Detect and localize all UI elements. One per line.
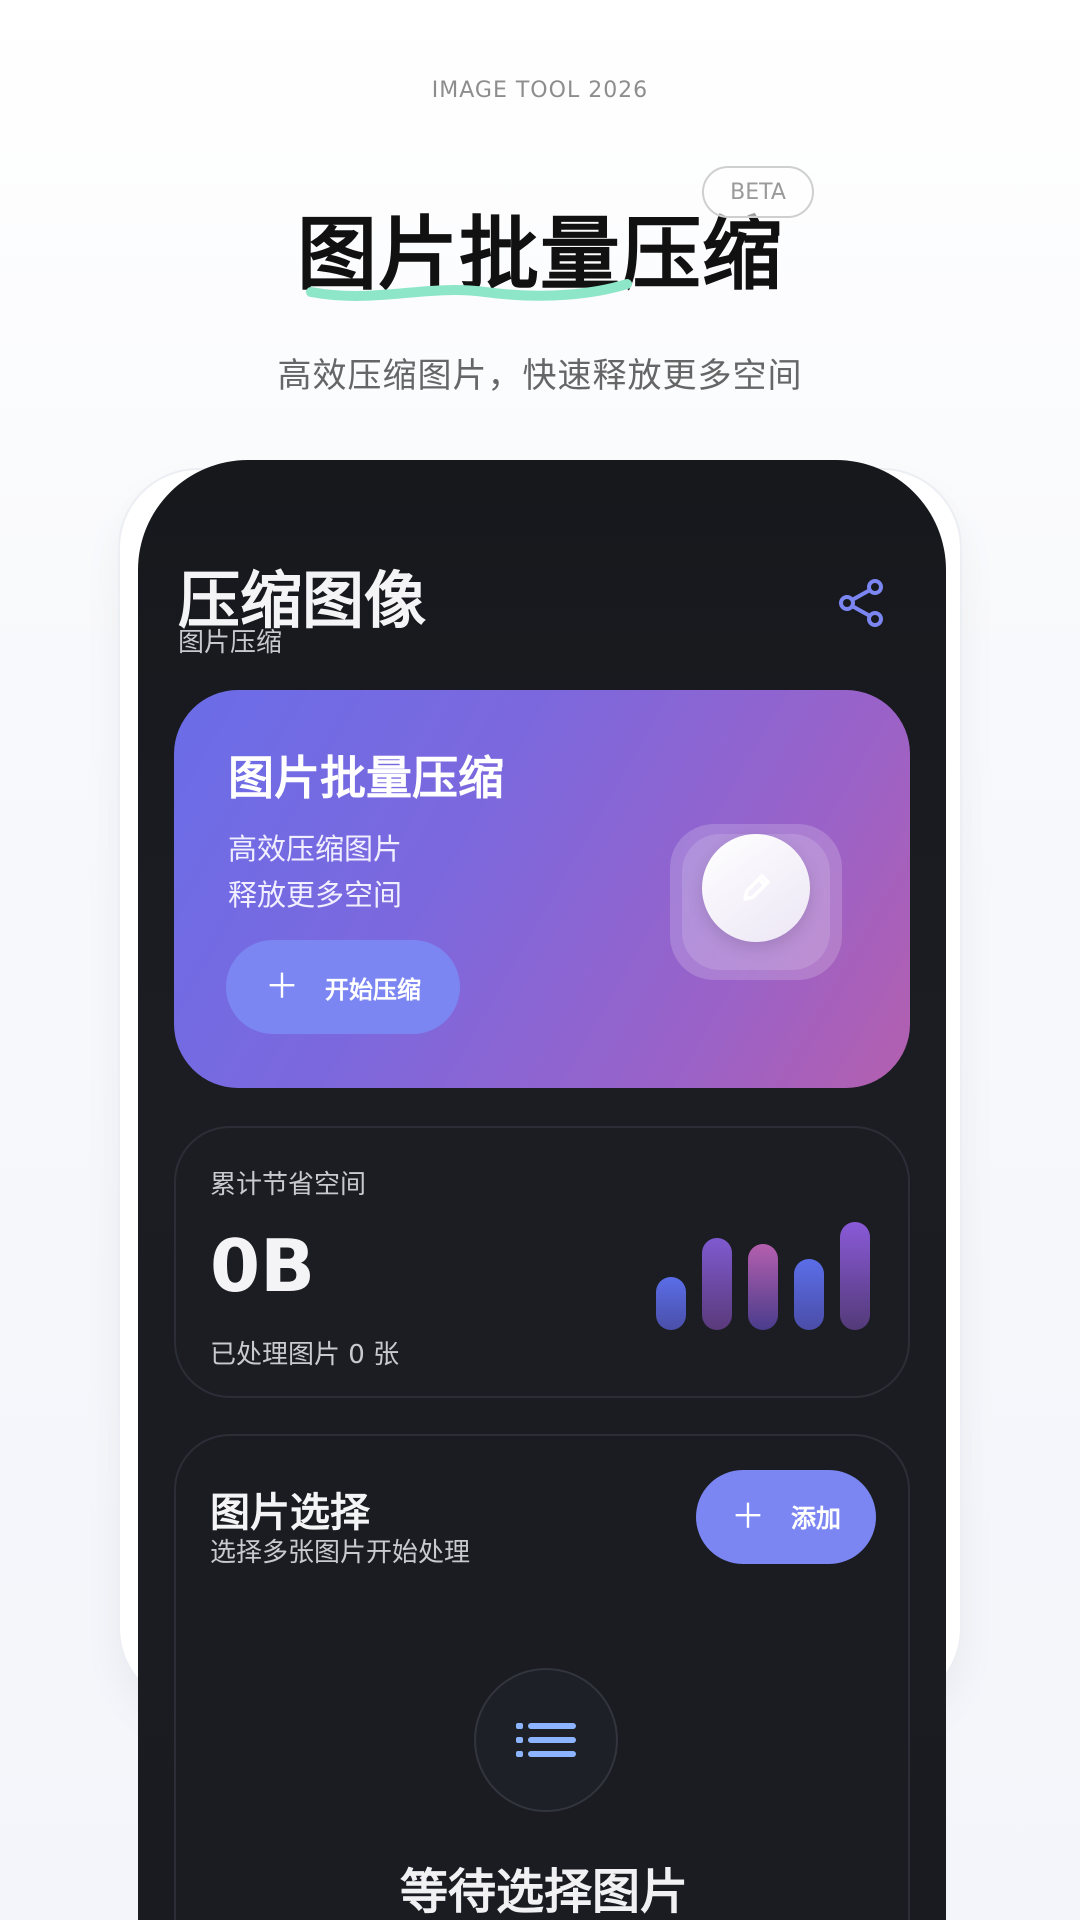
selection-subtitle: 选择多张图片开始处理 xyxy=(210,1538,471,1568)
highlight-underline xyxy=(306,279,632,301)
empty-state-icon-circle xyxy=(474,1668,618,1812)
pencil-icon xyxy=(743,874,770,901)
share-button[interactable] xyxy=(828,570,894,636)
share-icon xyxy=(839,579,883,627)
beta-badge: BETA xyxy=(702,166,814,218)
start-compress-label: 开始压缩 xyxy=(325,975,421,1004)
promo-card-line-1: 高效压缩图片 xyxy=(228,832,403,866)
hero-title-wrapper: 图片批量压缩 xyxy=(0,190,1080,306)
savings-bar xyxy=(840,1222,870,1330)
phone-screen: 压缩图像 图片压缩 图片批量压缩 高效压缩图片 释放更多空间 ＋ 开始压缩 累计… xyxy=(138,460,946,1920)
add-images-label: 添加 xyxy=(790,1504,841,1533)
empty-state-title: 等待选择图片 xyxy=(399,1864,688,1920)
processed-count: 已处理图片 0 张 xyxy=(210,1340,400,1370)
savings-bar xyxy=(794,1259,824,1330)
decoration-circle xyxy=(702,834,810,942)
savings-label: 累计节省空间 xyxy=(210,1170,367,1200)
add-images-button[interactable]: ＋ 添加 xyxy=(696,1470,876,1564)
promo-card: 图片批量压缩 高效压缩图片 释放更多空间 ＋ 开始压缩 xyxy=(174,690,910,1088)
hero-subtitle: 高效压缩图片，快速释放更多空间 xyxy=(277,356,803,396)
savings-bars xyxy=(656,1220,876,1330)
savings-bar xyxy=(702,1238,732,1330)
savings-value: 0B xyxy=(210,1224,315,1308)
savings-card: 累计节省空间 0B 已处理图片 0 张 xyxy=(174,1126,910,1398)
promo-decoration xyxy=(670,824,846,984)
promo-card-title: 图片批量压缩 xyxy=(228,751,504,805)
savings-bar xyxy=(656,1277,686,1330)
list-icon xyxy=(516,1723,576,1757)
selection-title: 图片选择 xyxy=(210,1490,370,1536)
promo-card-line-2: 释放更多空间 xyxy=(228,878,403,912)
image-selection-card: 图片选择 选择多张图片开始处理 ＋ 添加 等待选择图片 xyxy=(174,1434,910,1920)
start-compress-button[interactable]: ＋ 开始压缩 xyxy=(226,940,460,1034)
kicker-text: IMAGE TOOL 2026 xyxy=(431,78,649,103)
plus-icon: ＋ xyxy=(730,1497,765,1537)
savings-bar xyxy=(748,1244,778,1330)
plus-icon: ＋ xyxy=(265,967,299,1007)
app-subtitle: 图片压缩 xyxy=(178,628,283,658)
